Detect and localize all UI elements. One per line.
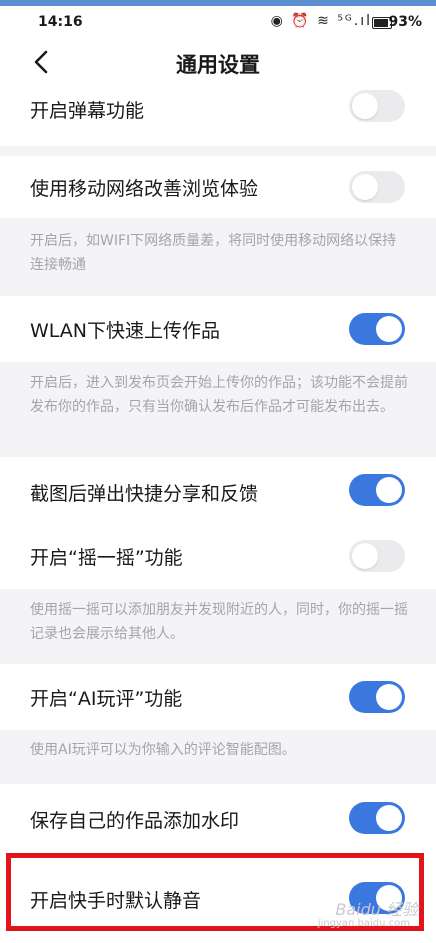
- setting-label-ai-comment: 开启“AI玩评”功能: [30, 688, 183, 710]
- toggle-mobile-network[interactable]: [349, 171, 405, 203]
- setting-label-mobile-network: 使用移动网络改善浏览体验: [30, 178, 259, 200]
- toggle-screenshot-share[interactable]: [349, 474, 405, 506]
- setting-label-screenshot-share: 截图后弹出快捷分享和反馈: [30, 483, 259, 505]
- toggle-knob: [352, 93, 378, 119]
- setting-label-watermark: 保存自己的作品添加水印: [30, 810, 240, 832]
- battery-percent: 93%: [388, 14, 422, 30]
- status-time: 14:16: [38, 14, 83, 30]
- setting-desc-wlan-upload: 开启后，进入到发布页会开始上传你的作品；该功能不会提前发布你的作品，只有当你确认…: [30, 375, 408, 415]
- navigation-bar: 通用设置: [0, 40, 436, 86]
- toggle-wlan-upload[interactable]: [349, 313, 405, 345]
- toggle-knob: [352, 543, 378, 569]
- settings-group-mobile-network: 使用移动网络改善浏览体验: [0, 156, 436, 218]
- toggle-watermark[interactable]: [349, 802, 405, 834]
- setting-label-default-mute: 开启快手时默认静音: [30, 890, 202, 912]
- status-bar: 14:16 ◉ ⏰ ≋ ⁵ᴳ.ıl 93%: [0, 6, 436, 40]
- settings-group-ai-comment: 开启“AI玩评”功能: [0, 664, 436, 730]
- toggle-knob: [376, 805, 402, 831]
- toggle-ai-comment[interactable]: [349, 681, 405, 713]
- setting-desc-mobile-network: 开启后，如WIFI下网络质量差，将同时使用移动网络以保持连接畅通: [30, 233, 397, 273]
- setting-label-shake: 开启“摇一摇”功能: [30, 547, 183, 569]
- toggle-shake[interactable]: [349, 540, 405, 572]
- toggle-knob: [376, 316, 402, 342]
- toggle-danmaku[interactable]: [349, 90, 405, 122]
- setting-desc-shake: 使用摇一摇可以添加朋友并发现附近的人，同时，你的摇一摇记录也会展示给其他人。: [30, 602, 408, 642]
- setting-label-wlan-upload: WLAN下快速上传作品: [30, 320, 221, 342]
- toggle-knob: [376, 477, 402, 503]
- baidu-watermark-url: jingyan.baidu.com: [317, 918, 410, 929]
- setting-desc-ai-comment: 使用AI玩评可以为你输入的评论智能配图。: [30, 742, 296, 758]
- toggle-knob: [352, 174, 378, 200]
- toggle-knob: [376, 684, 402, 710]
- settings-group-share-shake: 截图后弹出快捷分享和反馈 开启“摇一摇”功能: [0, 457, 436, 589]
- status-indicator-icons: ◉ ⏰ ≋ ⁵ᴳ.ıl: [270, 13, 372, 29]
- page-title: 通用设置: [176, 53, 260, 77]
- settings-group-wlan-upload: WLAN下快速上传作品: [0, 296, 436, 362]
- baidu-watermark: Baidu 经验: [335, 900, 418, 919]
- settings-group-danmaku: 开启弹幕功能: [0, 86, 436, 146]
- setting-label-danmaku: 开启弹幕功能: [30, 100, 145, 122]
